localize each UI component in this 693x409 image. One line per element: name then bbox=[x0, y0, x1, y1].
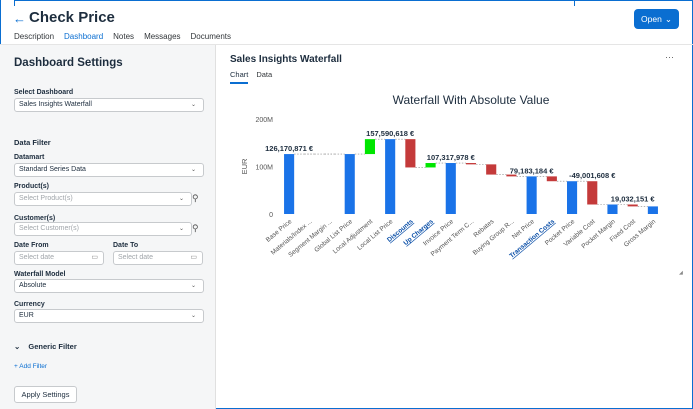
object-header: ← Check Price Open ⌄ Description Dashboa… bbox=[0, 0, 693, 48]
view-tabs: Chart Data bbox=[230, 70, 272, 84]
waterfall-bar bbox=[425, 163, 436, 168]
open-button[interactable]: Open ⌄ bbox=[634, 9, 679, 29]
date-from-input[interactable]: Select date ▭ bbox=[14, 251, 104, 265]
y-tick-label: 0 bbox=[269, 212, 273, 219]
open-button-label: Open bbox=[641, 14, 662, 24]
y-tick-label: 200M bbox=[255, 117, 273, 124]
search-icon[interactable]: ⚲ bbox=[192, 223, 199, 234]
customers-placeholder: Select Customer(s) bbox=[19, 225, 79, 232]
waterfall-bar bbox=[364, 139, 375, 155]
search-icon[interactable]: ⚲ bbox=[192, 193, 199, 204]
select-dashboard-label: Select Dashboard bbox=[14, 89, 74, 96]
waterfall-bar bbox=[627, 204, 638, 207]
more-options-icon[interactable]: ··· bbox=[665, 52, 674, 62]
waterfall-model-value: Absolute bbox=[19, 282, 47, 289]
waterfall-bar bbox=[607, 204, 618, 214]
calendar-icon[interactable]: ▭ bbox=[190, 252, 197, 264]
products-label: Product(s) bbox=[14, 183, 49, 190]
calendar-icon[interactable]: ▭ bbox=[91, 252, 98, 264]
settings-title: Dashboard Settings bbox=[14, 57, 123, 69]
chevron-down-icon: ⌄ bbox=[190, 102, 196, 108]
chevron-down-icon: ⌄ bbox=[190, 313, 196, 319]
datamart-dropdown[interactable]: Standard Series Data ⌄ bbox=[14, 163, 204, 177]
date-to-placeholder: Select date bbox=[118, 254, 154, 261]
currency-value: EUR bbox=[19, 312, 34, 319]
datamart-value: Standard Series Data bbox=[19, 166, 86, 173]
currency-dropdown[interactable]: EUR ⌄ bbox=[14, 309, 204, 323]
data-label: -49,001,608 € bbox=[569, 171, 616, 180]
apply-settings-button[interactable]: Apply Settings bbox=[14, 386, 77, 403]
select-dashboard-dropdown[interactable]: Sales Insights Waterfall ⌄ bbox=[14, 98, 204, 112]
waterfall-model-label: Waterfall Model bbox=[14, 271, 66, 278]
waterfall-bar bbox=[647, 206, 658, 214]
waterfall-bar bbox=[567, 181, 578, 214]
data-filter-heading: Data Filter bbox=[14, 138, 51, 147]
waterfall-bar bbox=[526, 176, 537, 214]
waterfall-bar bbox=[344, 154, 355, 214]
generic-filter-toggle[interactable]: ⌄ Generic Filter bbox=[14, 342, 77, 351]
customers-label: Customer(s) bbox=[14, 215, 56, 222]
data-label: 19,032,151 € bbox=[611, 195, 656, 204]
products-placeholder: Select Product(s) bbox=[19, 195, 73, 202]
chart-panel: Sales Insights Waterfall ··· Chart Data … bbox=[217, 45, 693, 409]
waterfall-bar bbox=[486, 164, 497, 175]
products-dropdown[interactable]: Select Product(s) ⌄ bbox=[14, 192, 192, 206]
y-axis-label: EUR bbox=[240, 158, 249, 174]
date-from-placeholder: Select date bbox=[19, 254, 55, 261]
select-dashboard-value: Sales Insights Waterfall bbox=[19, 101, 92, 108]
chevron-down-icon: ⌄ bbox=[178, 196, 184, 202]
waterfall-model-dropdown[interactable]: Absolute ⌄ bbox=[14, 279, 204, 293]
date-to-input[interactable]: Select date ▭ bbox=[113, 251, 203, 265]
date-from-label: Date From bbox=[14, 242, 49, 249]
chevron-down-icon: ⌄ bbox=[664, 13, 672, 24]
y-tick-label: 100M bbox=[255, 165, 273, 172]
currency-label: Currency bbox=[14, 301, 45, 308]
customers-dropdown[interactable]: Select Customer(s) ⌄ bbox=[14, 222, 192, 236]
data-label: 126,170,871 € bbox=[265, 144, 314, 153]
resize-handle-icon[interactable]: ◢ bbox=[679, 270, 683, 276]
tab-data[interactable]: Data bbox=[256, 70, 272, 84]
chart-title: Waterfall With Absolute Value bbox=[393, 93, 550, 107]
date-to-label: Date To bbox=[113, 242, 139, 249]
waterfall-bar bbox=[385, 139, 396, 214]
add-filter-link[interactable]: + Add Filter bbox=[14, 363, 47, 370]
waterfall-bar bbox=[445, 163, 456, 214]
back-arrow-icon[interactable]: ← bbox=[13, 11, 26, 26]
waterfall-chart: Waterfall With Absolute Value EUR 0 100M 200… bbox=[240, 93, 658, 260]
chevron-down-icon: ⌄ bbox=[178, 226, 184, 232]
data-label: 107,317,978 € bbox=[427, 153, 476, 162]
waterfall-bar bbox=[465, 163, 477, 165]
datamart-label: Datamart bbox=[14, 154, 45, 161]
dashboard-settings-panel: Dashboard Settings Select Dashboard Sale… bbox=[0, 45, 216, 409]
chevron-down-icon: ⌄ bbox=[14, 342, 21, 351]
panel-title: Sales Insights Waterfall bbox=[230, 54, 342, 65]
data-label: 157,590,618 € bbox=[366, 129, 415, 138]
chevron-down-icon: ⌄ bbox=[190, 167, 196, 173]
waterfall-bar bbox=[284, 154, 295, 214]
chevron-down-icon: ⌄ bbox=[190, 283, 196, 289]
waterfall-bar bbox=[587, 181, 598, 205]
waterfall-bar bbox=[546, 176, 557, 182]
page-title: Check Price bbox=[29, 9, 115, 26]
data-label: 79,183,184 € bbox=[510, 166, 555, 175]
tab-chart[interactable]: Chart bbox=[230, 70, 249, 84]
waterfall-bar bbox=[405, 139, 416, 168]
generic-filter-label: Generic Filter bbox=[28, 342, 77, 351]
